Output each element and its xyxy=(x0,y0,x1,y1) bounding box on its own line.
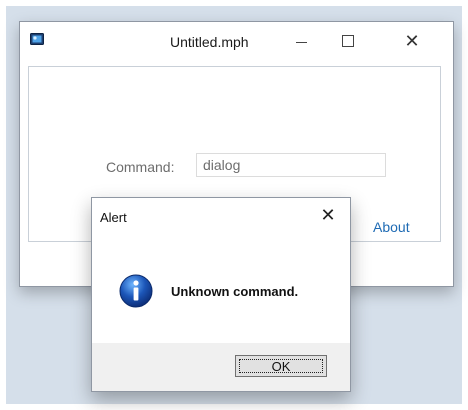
alert-dialog: Alert ✕ Unknown command. OK xyxy=(91,197,351,392)
close-button[interactable]: ✕ xyxy=(392,26,432,56)
app-icon xyxy=(30,33,44,45)
close-icon: ✕ xyxy=(320,205,336,225)
window-title: Untitled.mph xyxy=(170,34,249,50)
title-bar: Untitled.mph ✕ xyxy=(20,22,453,62)
maximize-button[interactable] xyxy=(328,26,368,56)
ok-button[interactable]: OK xyxy=(235,355,327,377)
alert-message: Unknown command. xyxy=(171,284,299,299)
close-icon: ✕ xyxy=(404,31,420,51)
about-link[interactable]: About xyxy=(373,219,410,235)
command-label: Command: xyxy=(106,159,175,175)
command-input[interactable] xyxy=(196,153,386,177)
info-icon xyxy=(119,274,153,308)
alert-title: Alert xyxy=(100,210,127,225)
alert-close-button[interactable]: ✕ xyxy=(312,202,344,228)
alert-footer: OK xyxy=(92,343,350,391)
minimize-button[interactable] xyxy=(282,26,322,56)
